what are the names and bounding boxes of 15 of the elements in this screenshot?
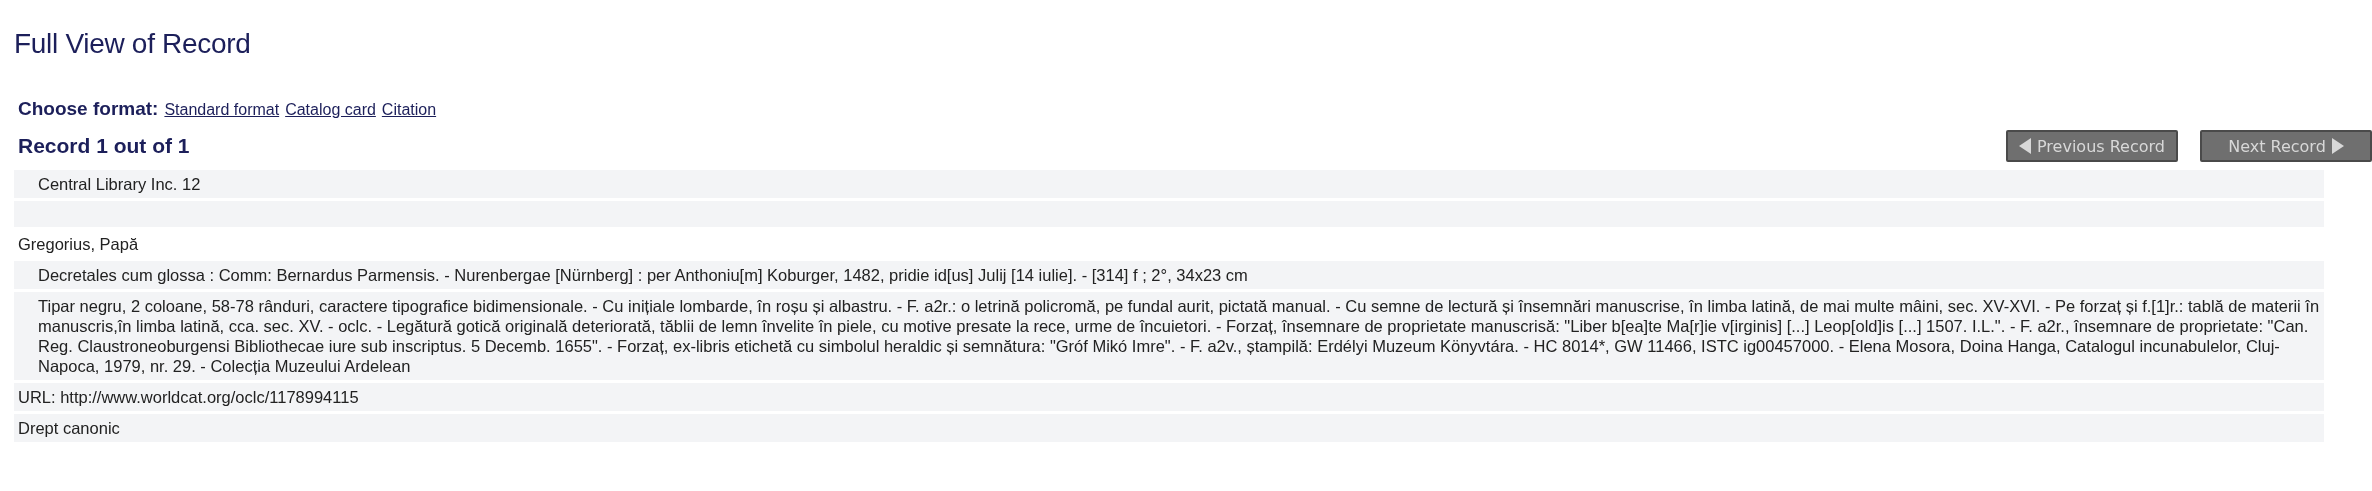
right-triangle-icon	[2331, 138, 2344, 154]
record-counter: Record 1 out of 1	[18, 134, 190, 158]
format-link[interactable]: Citation	[381, 101, 437, 119]
page-title: Full View of Record	[14, 28, 252, 60]
format-label: Choose format:	[18, 98, 159, 120]
record-field: Tipar negru, 2 coloane, 58-78 rânduri, caractere tipografice bidimensionale. - Cu inițiale lombarde, în roșu și albastru. - F. a2r.: o letrină policromă, pe fundal aurit, pictată manual. - Cu semne de lectură și însemnări manuscrise, în limba latină, de mai multe mâini, sec. XV-XVI. - Pe forzaț și f.[1]r.: tablă de materii în manuscris,în limba latină, cca. sec. XV. - oclc. - Legătură gotică originală deteriorată, tăblii de lemn învelite în piele, cu motive presate la rece, urme de încuietori. - Forzaț, însemnare de proprietate manuscrisă: "Liber b[ea]te Ma[r]ie v[irginis] [...] Leop[old]is [...] 1507. I.L.". - F. a2r., însemnare de proprietate: "Can. Reg. Claustroneoburgensi Bibliothecae iure sub inscriptus. 5 Decemb. 1655". - Forzaț, ex-libris etichetă cu simbolul heraldic și semnătura: "Gróf Mikó Imre". - F. a2v., ștampilă: Erdélyi Muzeum Könyvtára. - HC 8014*, GW 11466, ISTC ig00457000. - Elena Mosora, Doina Hanga, Catalogul incunabulelor, Cluj-Napoca, 1979, nr. 29. - Colecția Muzeului Ardelean	[14, 292, 2324, 380]
next-record-button[interactable]: Next Record	[2200, 130, 2372, 162]
previous-record-button[interactable]: Previous Record	[2006, 130, 2178, 162]
left-triangle-icon	[2019, 138, 2031, 154]
record-field: Decretales cum glossa : Comm: Bernardus Parmensis. - Nurenbergae [Nürnberg] : per Anthoniu[m] Koburger, 1482, pridie id[us] Julij [14 iulie]. - [314] f ; 2°, 34x23 cm	[14, 261, 2324, 289]
format-link[interactable]: Standard format	[164, 101, 280, 119]
format-link[interactable]: Catalog card	[285, 101, 376, 119]
record-field: URL: http://www.worldcat.org/oclc/1178994115	[14, 383, 2324, 411]
record-field: Central Library Inc. 12	[14, 170, 2324, 198]
record-field: Drept canonic	[14, 414, 2324, 442]
